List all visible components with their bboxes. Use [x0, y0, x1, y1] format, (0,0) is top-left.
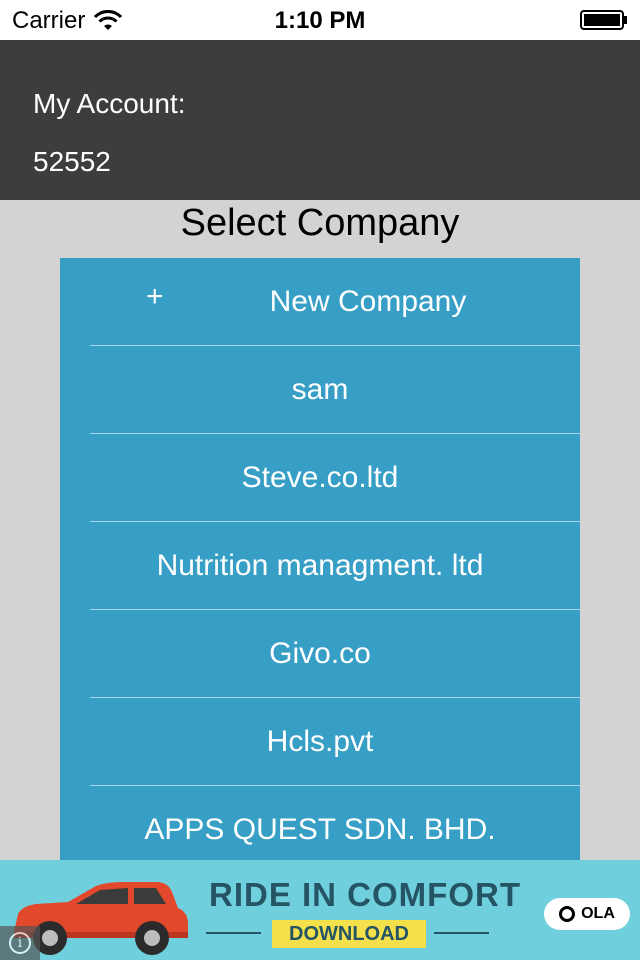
- plus-icon: +: [146, 280, 164, 313]
- company-name: Hcls.pvt: [266, 725, 374, 758]
- company-name: Steve.co.ltd: [241, 461, 399, 494]
- battery-icon: [580, 10, 627, 30]
- company-item[interactable]: Nutrition managment. ltd: [60, 522, 580, 610]
- divider: [206, 932, 261, 934]
- company-name: Nutrition managment. ltd: [156, 549, 484, 582]
- company-name: Givo.co: [269, 637, 371, 670]
- ad-info-button[interactable]: i: [0, 926, 40, 960]
- info-icon: i: [9, 932, 31, 954]
- company-list[interactable]: + New Company sam Steve.co.ltd Nutrition…: [60, 258, 580, 860]
- account-header: My Account: 52552: [0, 40, 640, 200]
- download-button[interactable]: DOWNLOAD: [272, 920, 426, 948]
- account-number: 52552: [33, 146, 111, 177]
- ad-headline: RIDE IN COMFORT: [209, 876, 521, 913]
- new-company-button[interactable]: + New Company: [60, 258, 580, 346]
- company-item[interactable]: sam: [60, 346, 580, 434]
- company-name: APPS QUEST SDN. BHD.: [144, 813, 496, 846]
- company-item[interactable]: Givo.co: [60, 610, 580, 698]
- divider: [434, 932, 489, 934]
- ola-logo: OLA: [544, 898, 630, 930]
- ola-ring-icon: [559, 906, 576, 922]
- ola-brand-text: OLA: [581, 905, 615, 922]
- company-name: sam: [291, 373, 349, 406]
- status-bar: Carrier 1:10 PM: [0, 0, 640, 40]
- page-title: Select Company: [180, 202, 460, 244]
- company-item[interactable]: Hcls.pvt: [60, 698, 580, 786]
- clock: 1:10 PM: [274, 7, 366, 34]
- new-company-label: New Company: [269, 285, 467, 318]
- company-item[interactable]: Steve.co.ltd: [60, 434, 580, 522]
- company-item[interactable]: APPS QUEST SDN. BHD.: [60, 786, 580, 860]
- account-label: My Account:: [33, 88, 186, 119]
- ad-banner[interactable]: RIDE IN COMFORT DOWNLOAD OLA i: [0, 860, 640, 960]
